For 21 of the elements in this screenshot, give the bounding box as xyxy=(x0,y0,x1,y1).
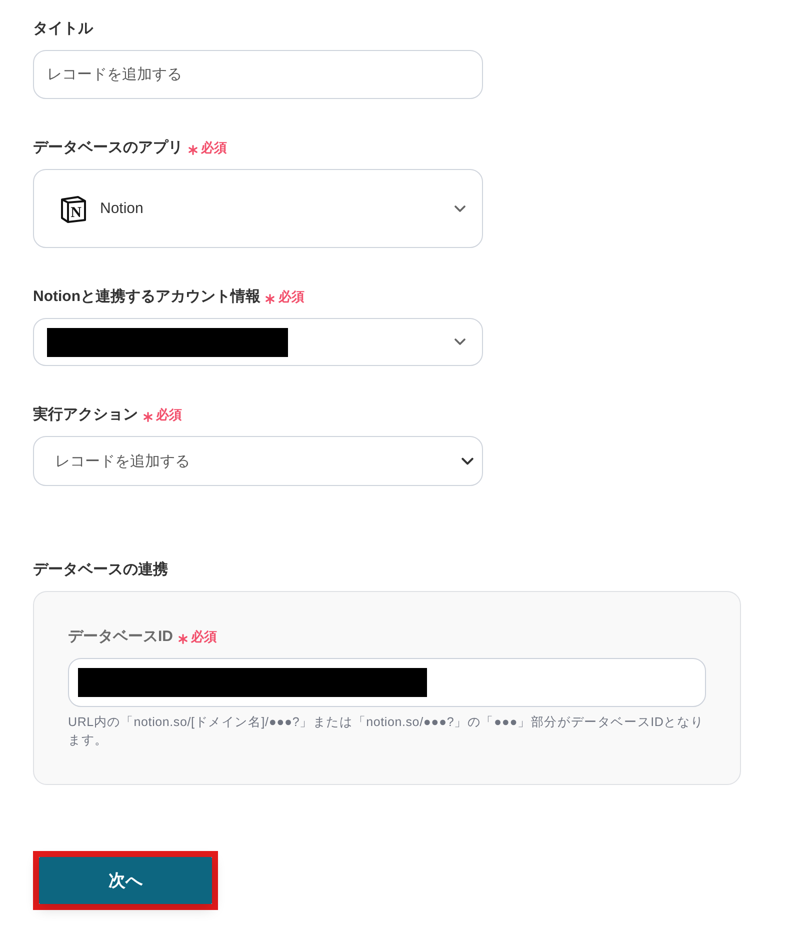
required-label: 必須 xyxy=(156,406,182,424)
app-logo-icon: N xyxy=(59,194,87,222)
required-label: 必須 xyxy=(201,139,227,157)
app-select[interactable]: N Notion xyxy=(33,169,483,248)
help-text: URL内の「notion.so/[ドメイン名]/●●●?」または「notion.so/●●●?」の「●●●」部分がデータベースIDとなります。 xyxy=(68,714,705,749)
text-field[interactable]: レコードを追加する xyxy=(33,50,483,99)
section-title: データベースの連携 xyxy=(33,560,168,580)
chevron-down-icon xyxy=(461,456,474,466)
chevron-down-icon xyxy=(454,204,466,212)
field-label: Notionと連携するアカウント情報 xyxy=(33,287,260,307)
field-label: タイトル xyxy=(33,19,93,39)
account-select[interactable] xyxy=(33,318,483,366)
field-label: データベースのアプリ xyxy=(33,138,183,158)
field-label: 実行アクション xyxy=(33,405,138,425)
field-label: データベースID xyxy=(68,627,173,647)
action-select[interactable]: レコードを追加する xyxy=(33,436,483,486)
text-field[interactable] xyxy=(68,658,706,707)
required-label: 必須 xyxy=(191,628,217,646)
required-label: 必須 xyxy=(278,288,304,306)
chevron-down-icon xyxy=(454,338,466,346)
next-button[interactable]: 次へ xyxy=(39,857,212,904)
